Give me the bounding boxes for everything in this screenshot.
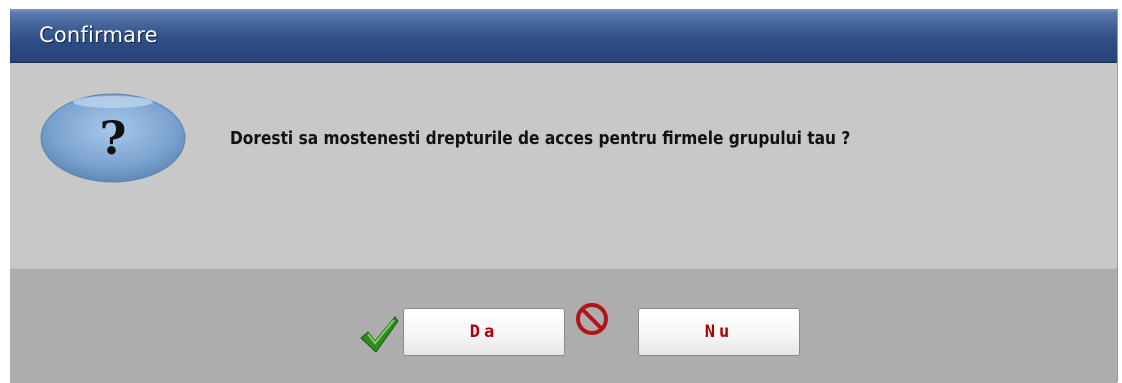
title-bar: Confirmare [10,9,1117,63]
dialog-title: Confirmare [39,23,158,47]
confirm-dialog: Confirmare ? Doresti sa mostenesti drept… [10,9,1118,383]
yes-button[interactable]: Da [403,308,565,356]
question-glyph: ? [100,111,127,165]
checkmark-icon [360,316,399,353]
no-button[interactable]: Nu [638,308,800,356]
no-entry-icon [576,303,608,335]
question-icon: ? [40,93,186,183]
button-bar: Da Nu [10,268,1117,383]
confirm-message: Doresti sa mostenesti drepturile de acce… [230,129,851,149]
